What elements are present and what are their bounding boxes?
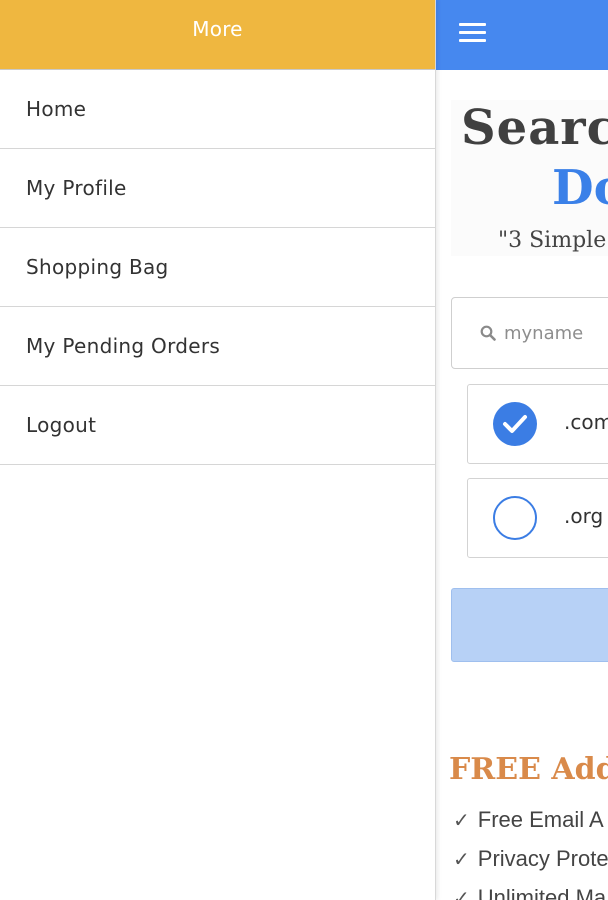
search-icon (480, 325, 496, 341)
tld-option-com[interactable]: .com (467, 384, 608, 464)
free-addons-heading: FREE Add- (449, 752, 608, 787)
menu-item-home[interactable]: Home (0, 70, 435, 149)
app-bar (435, 0, 608, 70)
addon-item: ✓ Unlimited Ma (453, 885, 606, 900)
domain-search-input[interactable] (504, 318, 608, 348)
drawer-header: More (0, 0, 435, 70)
tld-label-org: .org (564, 504, 604, 528)
addon-label: Unlimited Ma (477, 885, 607, 900)
checkmark-icon: ✓ (453, 849, 470, 871)
menu-item-my-profile[interactable]: My Profile (0, 149, 435, 228)
addon-label: Free Email A (477, 807, 604, 832)
domain-search-box[interactable] (451, 297, 608, 369)
addon-label: Privacy Prote (477, 846, 608, 871)
hero-banner: Searcl Do "3 Simple (451, 100, 608, 256)
addon-item: ✓ Privacy Prote (453, 846, 608, 872)
checkmark-icon: ✓ (453, 810, 470, 832)
tld-option-org[interactable]: .org (467, 478, 608, 558)
hero-subtitle: "3 Simple (498, 228, 607, 253)
hamburger-line (459, 23, 486, 26)
drawer-menu: Home My Profile Shopping Bag My Pending … (0, 70, 435, 465)
checkmark-icon: ✓ (453, 888, 470, 900)
search-domain-button[interactable] (451, 588, 608, 662)
hamburger-line (459, 39, 486, 42)
addon-item: ✓ Free Email A (453, 807, 604, 833)
drawer-title: More (192, 16, 243, 41)
hero-title: Searcl (461, 100, 608, 156)
hamburger-menu-icon[interactable] (459, 23, 487, 43)
menu-item-my-pending-orders[interactable]: My Pending Orders (0, 307, 435, 386)
checked-radio-icon[interactable] (493, 402, 537, 446)
menu-item-shopping-bag[interactable]: Shopping Bag (0, 228, 435, 307)
unchecked-radio-icon[interactable] (493, 496, 537, 540)
hero-domain-word: Do (552, 160, 608, 216)
tld-label-com: .com (564, 410, 608, 434)
menu-item-logout[interactable]: Logout (0, 386, 435, 465)
navigation-drawer: More Home My Profile Shopping Bag My Pen… (0, 0, 436, 900)
main-content: Searcl Do "3 Simple .com .org FREE Add- … (435, 0, 608, 900)
hamburger-line (459, 31, 486, 34)
